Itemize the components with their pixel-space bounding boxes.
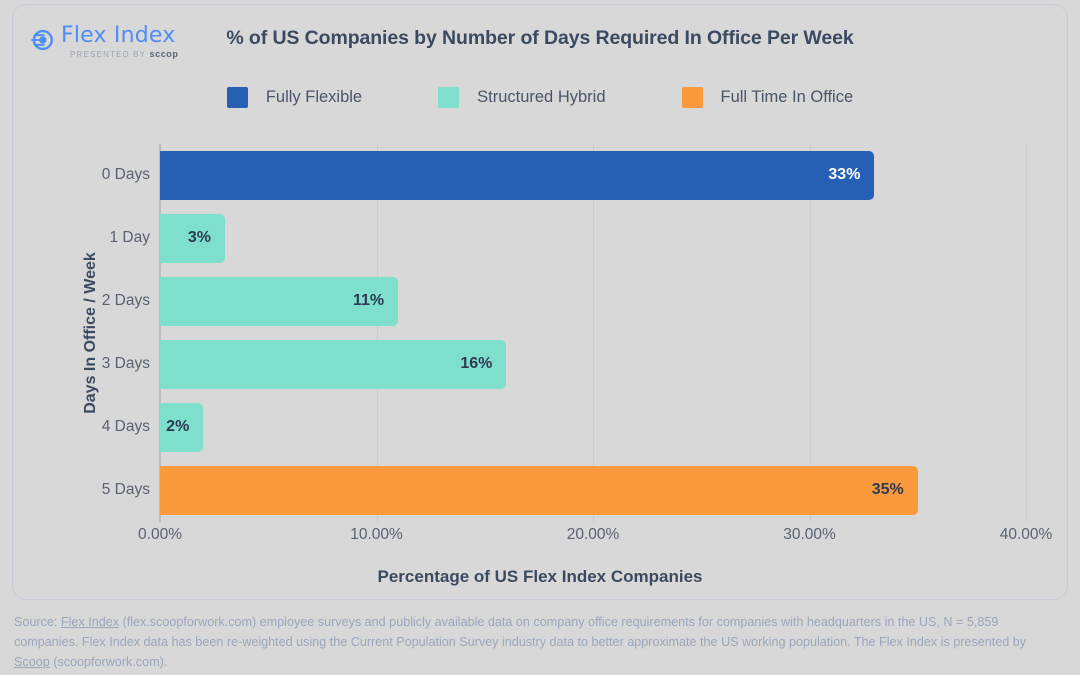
bar-value-label: 11% xyxy=(353,292,385,310)
bar-row: 16% xyxy=(160,339,1026,390)
gridline xyxy=(1026,144,1027,522)
bar-value-label: 33% xyxy=(828,166,861,184)
y-axis-tick-label: 1 Day xyxy=(109,228,151,246)
legend-swatch-icon xyxy=(438,87,460,108)
bar-row: 11% xyxy=(160,276,1026,327)
y-axis-tick-label: 3 Days xyxy=(101,354,150,372)
bar-value-label: 16% xyxy=(460,355,493,373)
bar-value-label: 2% xyxy=(166,418,190,436)
x-axis-tick-label: 40.00% xyxy=(999,526,1053,543)
chart-page: Flex Index PRESENTED BY sccop % of US Co… xyxy=(0,0,1080,675)
legend-label: Structured Hybrid xyxy=(477,88,606,106)
y-axis-tick-label: 5 Days xyxy=(101,480,150,498)
chart-title: % of US Companies by Number of Days Requ… xyxy=(226,27,854,49)
legend-label: Full Time In Office xyxy=(720,88,854,106)
legend-swatch-icon xyxy=(681,87,703,108)
bar-row: 33% xyxy=(160,150,1026,201)
x-axis-tick-label: 20.00% xyxy=(566,526,620,543)
bar[interactable]: 16% xyxy=(160,339,507,390)
y-axis-tick-label: 0 Days xyxy=(101,165,150,183)
x-axis-tick-label: 0.00% xyxy=(138,526,182,543)
legend-swatch-icon xyxy=(226,87,248,108)
bar[interactable]: 33% xyxy=(160,150,875,201)
bar[interactable]: 3% xyxy=(160,213,225,264)
bar[interactable]: 11% xyxy=(160,276,399,327)
legend-label: Fully Flexible xyxy=(265,88,363,106)
bar[interactable]: 2% xyxy=(160,402,204,453)
logo-tagline-brand: sccop xyxy=(149,49,179,59)
y-axis-tick-label: 4 Days xyxy=(101,417,150,435)
bar-value-label: 35% xyxy=(871,481,904,499)
legend-item-fully-flexible[interactable]: Fully Flexible xyxy=(226,87,363,108)
bar-value-label: 3% xyxy=(187,229,211,247)
chart-card: Flex Index PRESENTED BY sccop % of US Co… xyxy=(12,4,1068,600)
bar-row: 2% xyxy=(160,402,1026,453)
x-axis-title: Percentage of US Flex Index Companies xyxy=(377,567,703,586)
bar[interactable]: 35% xyxy=(160,465,918,516)
y-axis-ticks: 0 Days 1 Day 2 Days 3 Days 4 Days 5 Days xyxy=(13,144,150,522)
bar-row: 3% xyxy=(160,213,1026,264)
plot-area: 33% 3% 11% 16% 2% 35% xyxy=(159,144,1027,522)
logo-tagline: PRESENTED BY sccop xyxy=(70,49,179,59)
logo-tagline-prefix: PRESENTED BY xyxy=(70,50,150,59)
footnote-link[interactable]: Flex Index xyxy=(61,615,119,629)
bar-row: 35% xyxy=(160,465,1026,516)
legend-item-full-time-in-office[interactable]: Full Time In Office xyxy=(681,87,854,108)
legend-item-structured-hybrid[interactable]: Structured Hybrid xyxy=(438,87,606,108)
x-axis-ticks: 0.00% 10.00% 20.00% 30.00% 40.00% xyxy=(138,526,1052,548)
source-footnote: Source: Flex Index (flex.scoopforwork.co… xyxy=(14,615,1027,669)
footnote-link[interactable]: Scoop xyxy=(14,655,50,669)
y-axis-tick-label: 2 Days xyxy=(101,291,150,309)
x-axis-tick-label: 10.00% xyxy=(350,526,403,543)
chart-legend: Fully Flexible Structured Hybrid Full Ti… xyxy=(13,87,1067,108)
x-axis-tick-label: 30.00% xyxy=(783,526,836,543)
